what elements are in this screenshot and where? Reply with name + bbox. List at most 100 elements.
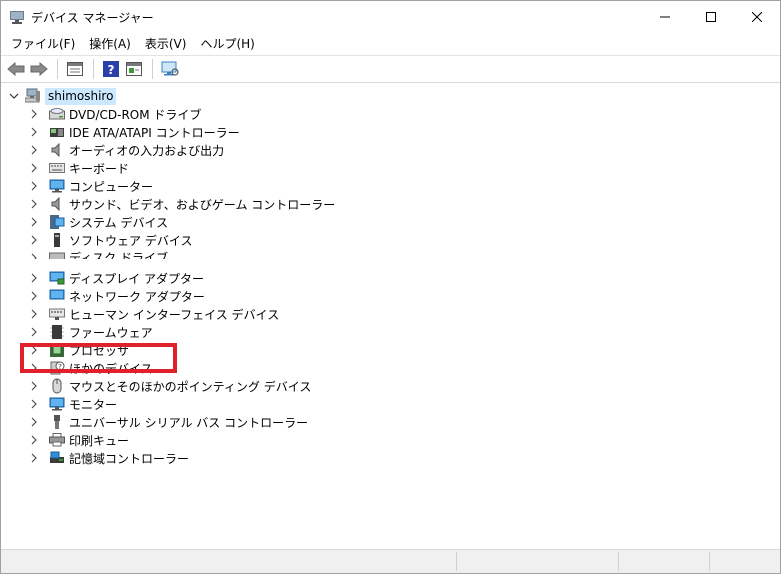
close-button[interactable] — [734, 1, 780, 33]
svg-text:?: ? — [108, 63, 115, 77]
tree-item[interactable]: キーボード — [27, 159, 129, 177]
device-manager-icon — [9, 10, 25, 24]
expand-chevron-icon[interactable] — [27, 287, 41, 305]
tree-item-label: マウスとそのほかのポインティング デバイス — [69, 379, 312, 394]
menu-file[interactable]: ファイル(F) — [4, 34, 82, 54]
tree-item[interactable]: マウスとそのほかのポインティング デバイス — [27, 377, 311, 395]
device-manager-window: デバイス マネージャー ファイル(F) 操作(A) 表示(V) ヘルプ(H) ? — [0, 0, 781, 574]
menu-view[interactable]: 表示(V) — [138, 34, 194, 54]
dvd-drive-icon — [49, 106, 65, 122]
forward-button[interactable] — [28, 58, 50, 80]
collapse-icon[interactable] — [7, 87, 21, 105]
tree-item-label: ディスク ドライブ — [69, 251, 168, 259]
expand-chevron-icon[interactable] — [27, 323, 41, 341]
tree-root-label: shimoshiro — [45, 87, 117, 105]
help-icon: ? — [103, 61, 119, 77]
tree-root[interactable]: shimoshiro — [7, 87, 117, 105]
expand-chevron-icon[interactable] — [27, 395, 41, 413]
help-button[interactable]: ? — [100, 58, 122, 80]
software-device-icon — [49, 232, 65, 248]
tree-item[interactable]: ヒューマン インターフェイス デバイス — [27, 305, 279, 323]
expand-chevron-icon[interactable] — [27, 141, 41, 159]
device-tree: shimoshiro DVD/CD-ROM ドライブ IDE ATA/ATAPI … — [1, 84, 780, 548]
tree-item-label: 記憶域コントローラー — [69, 451, 190, 466]
tree-item[interactable]: ディスプレイ アダプター — [27, 269, 204, 287]
tree-item-label: モニター — [69, 397, 118, 412]
mouse-icon — [49, 378, 65, 394]
menu-help[interactable]: ヘルプ(H) — [193, 34, 261, 54]
tree-item[interactable]: 記憶域コントローラー — [27, 449, 189, 467]
tree-item[interactable]: ソフトウェア デバイス — [27, 231, 192, 249]
disk-drive-icon — [49, 249, 65, 259]
expand-chevron-icon[interactable] — [27, 449, 41, 467]
expand-chevron-icon[interactable] — [27, 377, 41, 395]
tree-item-label: ディスプレイ アダプター — [69, 271, 204, 286]
expand-chevron-icon[interactable] — [27, 413, 41, 431]
expand-chevron-icon[interactable] — [27, 431, 41, 449]
tree-item[interactable]: IDE ATA/ATAPI コントローラー — [27, 123, 240, 141]
sound-icon — [49, 196, 65, 212]
network-adapter-icon — [49, 288, 65, 304]
expand-chevron-icon[interactable] — [27, 195, 41, 213]
tree-item-label: IDE ATA/ATAPI コントローラー — [69, 125, 240, 140]
audio-icon — [49, 142, 65, 158]
expand-chevron-icon[interactable] — [27, 213, 41, 231]
minimize-button[interactable] — [642, 1, 688, 33]
status-segment — [456, 552, 457, 571]
update-driver-icon — [126, 62, 142, 76]
expand-chevron-icon[interactable] — [27, 177, 41, 195]
expand-chevron-icon[interactable] — [27, 269, 41, 287]
expand-chevron-icon[interactable] — [27, 105, 41, 123]
tree-item[interactable]: ユニバーサル シリアル バス コントローラー — [27, 413, 308, 431]
forward-arrow-icon — [30, 62, 48, 76]
status-segment — [618, 552, 619, 571]
computer-icon — [49, 178, 65, 194]
toolbar-separator — [152, 59, 153, 79]
display-adapter-icon — [49, 270, 65, 286]
properties-icon — [67, 62, 83, 76]
toolbar: ? — [1, 55, 780, 83]
system-device-icon — [49, 214, 65, 230]
back-arrow-icon — [7, 62, 25, 76]
maximize-button[interactable] — [688, 1, 734, 33]
toolbar-separator — [93, 59, 94, 79]
properties-button[interactable] — [64, 58, 86, 80]
tree-item[interactable]: モニター — [27, 395, 117, 413]
tree-item[interactable]: DVD/CD-ROM ドライブ — [27, 105, 201, 123]
tree-item-label: オーディオの入力および出力 — [69, 143, 225, 158]
ide-controller-icon — [49, 124, 65, 140]
tree-item-label: 印刷キュー — [69, 433, 130, 448]
update-driver-button[interactable] — [123, 58, 145, 80]
minimize-icon — [660, 16, 670, 18]
tree-item[interactable]: ファームウェア — [27, 323, 153, 341]
menu-bar: ファイル(F) 操作(A) 表示(V) ヘルプ(H) — [1, 33, 780, 55]
status-segment — [709, 552, 710, 571]
tree-item[interactable]: コンピューター — [27, 177, 153, 195]
toolbar-separator — [57, 59, 58, 79]
tree-item[interactable]: ネットワーク アダプター — [27, 287, 205, 305]
menu-action[interactable]: 操作(A) — [82, 34, 138, 54]
tree-item-label: システム デバイス — [69, 215, 169, 230]
tree-item-label: ネットワーク アダプター — [69, 289, 205, 304]
expand-chevron-icon[interactable] — [27, 249, 41, 259]
expand-chevron-icon[interactable] — [27, 123, 41, 141]
tree-item-label: ソフトウェア デバイス — [69, 233, 193, 248]
tree-item[interactable]: ディスク ドライブ — [27, 249, 168, 259]
tree-item[interactable]: サウンド、ビデオ、およびゲーム コントローラー — [27, 195, 335, 213]
tree-item[interactable]: システム デバイス — [27, 213, 168, 231]
tree-item[interactable]: オーディオの入力および出力 — [27, 141, 224, 159]
firmware-icon — [49, 324, 65, 340]
keyboard-icon — [49, 160, 65, 176]
tree-item-label: コンピューター — [69, 179, 154, 194]
expand-chevron-icon[interactable] — [27, 305, 41, 323]
tree-item[interactable]: 印刷キュー — [27, 431, 129, 449]
expand-chevron-icon[interactable] — [27, 159, 41, 177]
storage-controller-icon — [49, 450, 65, 466]
scan-hardware-button[interactable] — [159, 58, 181, 80]
expand-chevron-icon[interactable] — [27, 231, 41, 249]
maximize-icon — [706, 12, 716, 22]
back-button[interactable] — [5, 58, 27, 80]
window-title: デバイス マネージャー — [31, 11, 154, 25]
status-bar — [1, 549, 780, 573]
title-bar[interactable]: デバイス マネージャー — [1, 1, 780, 33]
